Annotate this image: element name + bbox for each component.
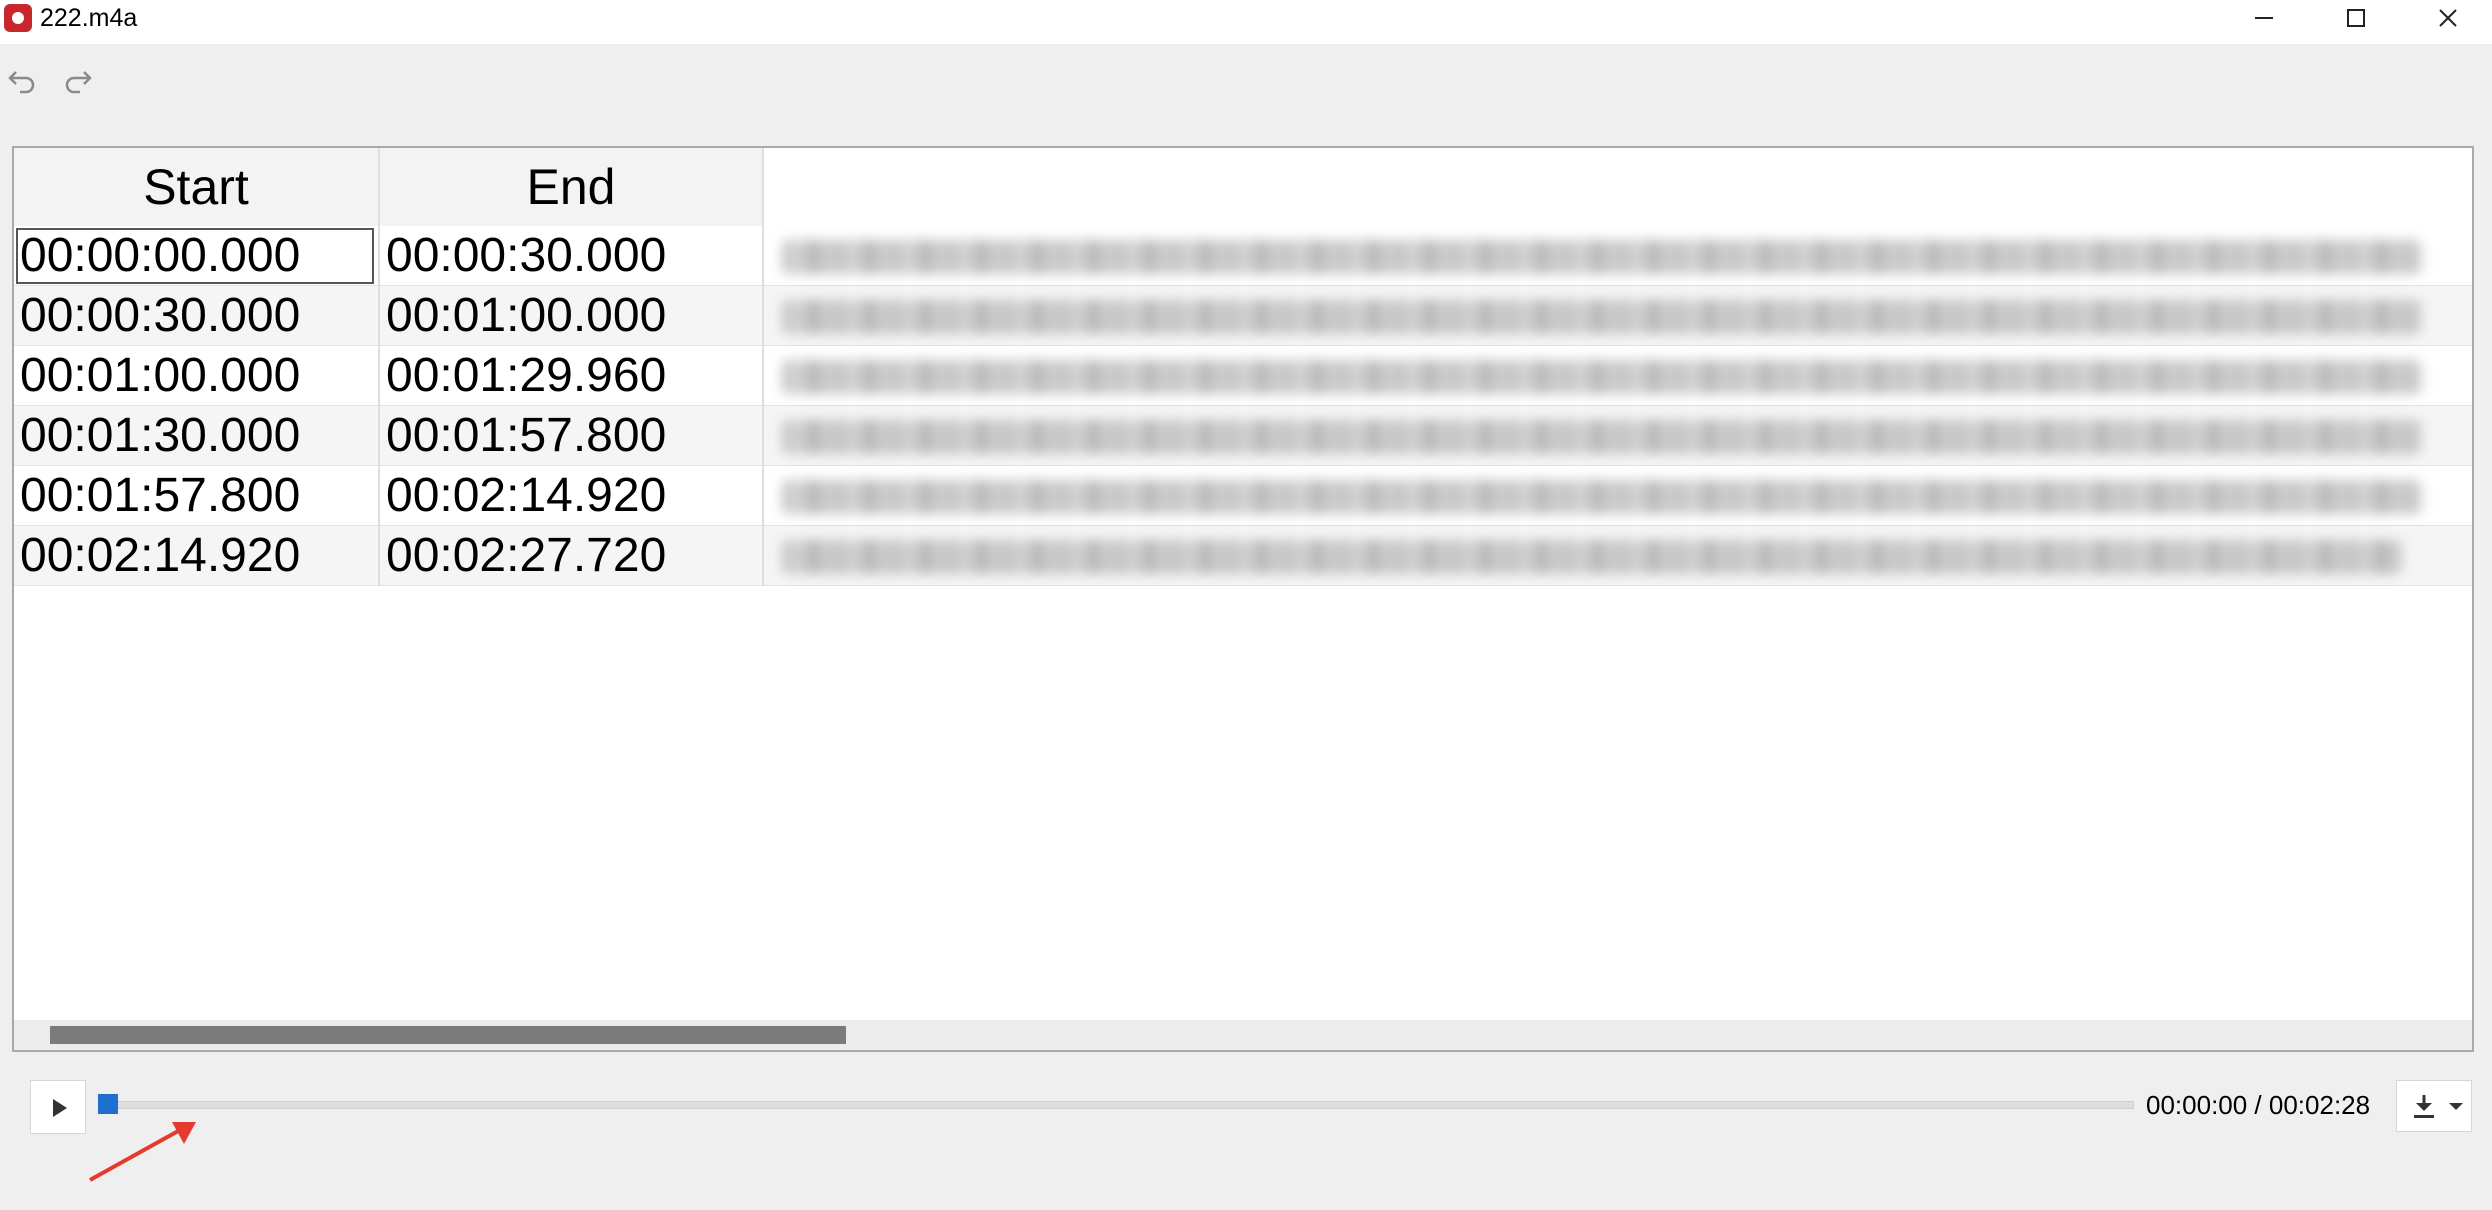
table-row[interactable]: 00:02:14.920 00:02:27.720 (14, 526, 2472, 586)
seek-slider-handle[interactable] (98, 1094, 118, 1114)
column-header-text[interactable] (764, 148, 2472, 226)
close-button[interactable] (2402, 0, 2492, 36)
cell-end-time[interactable]: 00:01:57.800 (380, 406, 764, 466)
seek-slider[interactable] (100, 1101, 2134, 1109)
cell-subtitle-text-blurred[interactable] (766, 466, 2472, 526)
cell-end-time[interactable]: 00:01:00.000 (380, 286, 764, 346)
cell-subtitle-text-blurred[interactable] (766, 226, 2472, 286)
column-header-end[interactable]: End (380, 148, 764, 226)
column-header-start[interactable]: Start (14, 148, 380, 226)
cell-start-time[interactable]: 00:00:30.000 (14, 286, 380, 346)
app-record-icon (4, 4, 32, 32)
blurred-text (782, 420, 2422, 454)
subtitle-table: Start End 00:00:00.000 00:00:30.000 00:00:… (12, 146, 2474, 1052)
minimize-icon (2255, 17, 2273, 19)
maximize-icon (2347, 9, 2365, 27)
blurred-text (782, 300, 2422, 334)
blurred-text (782, 480, 2422, 514)
chevron-down-icon (2449, 1103, 2463, 1110)
undo-button[interactable] (6, 64, 42, 100)
time-display: 00:00:00 / 00:02:28 (2146, 1090, 2371, 1120)
minimize-button[interactable] (2218, 0, 2310, 36)
blurred-text (782, 240, 2422, 274)
window-title: 222.m4a (40, 4, 138, 32)
cell-end-time[interactable]: 00:00:30.000 (380, 226, 764, 286)
table-row[interactable]: 00:01:00.000 00:01:29.960 (14, 346, 2472, 406)
table-row[interactable]: 00:00:30.000 00:01:00.000 (14, 286, 2472, 346)
cell-subtitle-text-blurred[interactable] (766, 286, 2472, 346)
annotation-arrow (89, 1122, 196, 1182)
cell-end-time[interactable]: 00:02:14.920 (380, 466, 764, 526)
close-icon (2439, 9, 2457, 27)
blurred-text (782, 540, 2402, 574)
redo-icon (65, 71, 92, 94)
cell-end-time[interactable]: 00:01:29.960 (380, 346, 764, 406)
download-icon (2414, 1095, 2434, 1118)
table-row[interactable]: 00:01:57.800 00:02:14.920 (14, 466, 2472, 526)
cell-end-time[interactable]: 00:02:27.720 (380, 526, 764, 586)
cell-subtitle-text-blurred[interactable] (766, 346, 2472, 406)
cell-start-time[interactable]: 00:01:00.000 (14, 346, 380, 406)
horizontal-scrollbar-thumb[interactable] (50, 1026, 846, 1044)
table-row[interactable]: 00:01:30.000 00:01:57.800 (14, 406, 2472, 466)
redo-button[interactable] (62, 64, 98, 100)
cell-start-time[interactable]: 00:01:30.000 (14, 406, 380, 466)
play-button[interactable] (30, 1080, 86, 1134)
export-button[interactable] (2396, 1080, 2472, 1132)
app-window: 222.m4a Start End 00:00:00.000 00:00:30.… (0, 0, 2492, 1210)
cell-start-time[interactable]: 00:01:57.800 (14, 466, 380, 526)
maximize-button[interactable] (2310, 0, 2402, 36)
cell-subtitle-text-blurred[interactable] (766, 526, 2472, 586)
blurred-text (782, 360, 2422, 394)
selected-cell-outline (16, 228, 374, 284)
table-row[interactable]: 00:00:00.000 00:00:30.000 (14, 226, 2472, 286)
cell-subtitle-text-blurred[interactable] (766, 406, 2472, 466)
title-bar: 222.m4a (0, 0, 2492, 44)
undo-icon (8, 71, 35, 94)
cell-start-time[interactable]: 00:02:14.920 (14, 526, 380, 586)
